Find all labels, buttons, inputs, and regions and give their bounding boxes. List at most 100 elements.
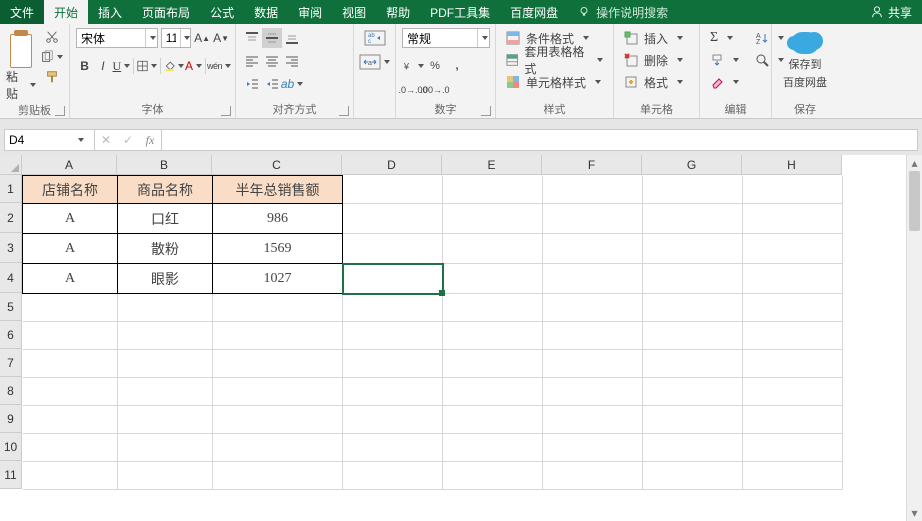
cell[interactable] <box>343 350 443 378</box>
font-dialog-launcher[interactable] <box>221 106 231 116</box>
column-header[interactable]: B <box>117 155 212 175</box>
column-header[interactable]: D <box>342 155 442 175</box>
cell[interactable] <box>213 322 343 350</box>
tab-page-layout[interactable]: 页面布局 <box>132 0 200 24</box>
cell[interactable] <box>643 322 743 350</box>
cell[interactable] <box>543 204 643 234</box>
cell[interactable] <box>23 462 118 490</box>
align-right-button[interactable] <box>282 51 302 71</box>
tab-file[interactable]: 文件 <box>0 0 44 24</box>
column-header[interactable]: A <box>22 155 117 175</box>
cell[interactable] <box>643 176 743 204</box>
cell[interactable]: 半年总销售额 <box>213 176 343 204</box>
cell[interactable] <box>443 176 543 204</box>
cell[interactable] <box>343 462 443 490</box>
font-size-combo[interactable] <box>161 28 191 48</box>
cell[interactable] <box>743 462 843 490</box>
accounting-format-button[interactable]: ¥ <box>402 56 424 76</box>
cell[interactable] <box>543 406 643 434</box>
cell[interactable] <box>23 350 118 378</box>
row-header[interactable]: 5 <box>0 293 22 321</box>
cell[interactable] <box>213 294 343 322</box>
column-header[interactable]: F <box>542 155 642 175</box>
cell[interactable] <box>543 234 643 264</box>
cell[interactable] <box>643 406 743 434</box>
merge-center-button[interactable]: a <box>359 54 390 70</box>
save-to-baidu-button[interactable]: 保存到 百度网盘 <box>783 28 827 90</box>
decrease-font-size-button[interactable]: A▼ <box>213 28 229 48</box>
cell[interactable] <box>743 350 843 378</box>
align-bottom-button[interactable] <box>282 28 302 48</box>
decrease-decimal-button[interactable]: .00→.0 <box>424 80 446 100</box>
cell[interactable] <box>543 176 643 204</box>
cell[interactable] <box>118 378 213 406</box>
tab-view[interactable]: 视图 <box>332 0 376 24</box>
tab-pdf-tools[interactable]: PDF工具集 <box>420 0 500 24</box>
font-size-input[interactable] <box>162 31 180 45</box>
tab-review[interactable]: 审阅 <box>288 0 332 24</box>
select-all-button[interactable] <box>0 155 22 175</box>
clipboard-dialog-launcher[interactable] <box>55 106 65 116</box>
cell[interactable]: A <box>23 264 118 294</box>
cell[interactable] <box>543 378 643 406</box>
cell[interactable] <box>118 406 213 434</box>
cell[interactable] <box>643 264 743 294</box>
row-header[interactable]: 7 <box>0 349 22 377</box>
cell[interactable] <box>543 322 643 350</box>
cell[interactable] <box>23 378 118 406</box>
cell[interactable] <box>23 294 118 322</box>
comma-style-button[interactable]: , <box>446 56 468 76</box>
cell[interactable] <box>343 378 443 406</box>
align-middle-button[interactable] <box>262 28 282 48</box>
name-box[interactable] <box>5 130 95 150</box>
cell[interactable] <box>343 434 443 462</box>
cell[interactable] <box>23 434 118 462</box>
row-header[interactable]: 11 <box>0 461 22 489</box>
tab-baidu-netdisk[interactable]: 百度网盘 <box>500 0 568 24</box>
cell[interactable] <box>443 204 543 234</box>
italic-button[interactable]: I <box>94 56 111 76</box>
format-cells-button[interactable]: 格式 <box>620 72 687 92</box>
row-header[interactable]: 9 <box>0 405 22 433</box>
cell[interactable] <box>743 294 843 322</box>
cell-styles-button[interactable]: 单元格样式 <box>502 72 607 92</box>
cell[interactable] <box>118 462 213 490</box>
cell[interactable] <box>743 406 843 434</box>
worksheet-grid[interactable]: ABCDEFGH 1234567891011 店铺名称商品名称半年总销售额A口红… <box>0 155 922 521</box>
cell[interactable] <box>743 176 843 204</box>
orientation-button[interactable]: ab <box>282 74 302 94</box>
fill-button[interactable] <box>706 50 743 70</box>
row-header[interactable]: 1 <box>0 175 22 203</box>
bold-button[interactable]: B <box>76 56 93 76</box>
cell[interactable]: 眼影 <box>118 264 213 294</box>
cell[interactable] <box>23 322 118 350</box>
cell[interactable]: 1027 <box>213 264 343 294</box>
cell[interactable] <box>343 322 443 350</box>
cell[interactable] <box>343 264 443 294</box>
cell[interactable] <box>443 434 543 462</box>
clear-button[interactable] <box>706 72 743 92</box>
cell[interactable] <box>643 204 743 234</box>
column-header[interactable]: C <box>212 155 342 175</box>
increase-indent-button[interactable] <box>262 74 282 94</box>
cell[interactable] <box>213 350 343 378</box>
cell[interactable] <box>443 234 543 264</box>
scroll-thumb[interactable] <box>909 171 920 231</box>
align-left-button[interactable] <box>242 51 262 71</box>
row-header[interactable]: 4 <box>0 263 22 293</box>
cell[interactable] <box>743 264 843 294</box>
cell[interactable] <box>343 204 443 234</box>
font-color-button[interactable]: A <box>185 56 202 76</box>
underline-button[interactable]: U <box>113 56 131 76</box>
number-format-combo[interactable] <box>402 28 490 48</box>
row-header[interactable]: 8 <box>0 377 22 405</box>
alignment-dialog-launcher[interactable] <box>339 106 349 116</box>
cell[interactable] <box>643 462 743 490</box>
insert-function-button[interactable]: fx <box>139 130 161 150</box>
cell[interactable] <box>118 350 213 378</box>
fill-color-button[interactable] <box>164 56 184 76</box>
cell[interactable]: 店铺名称 <box>23 176 118 204</box>
share-button[interactable]: 共享 <box>860 0 922 24</box>
cell[interactable] <box>343 406 443 434</box>
paste-dropdown[interactable]: 粘贴 <box>6 68 36 102</box>
